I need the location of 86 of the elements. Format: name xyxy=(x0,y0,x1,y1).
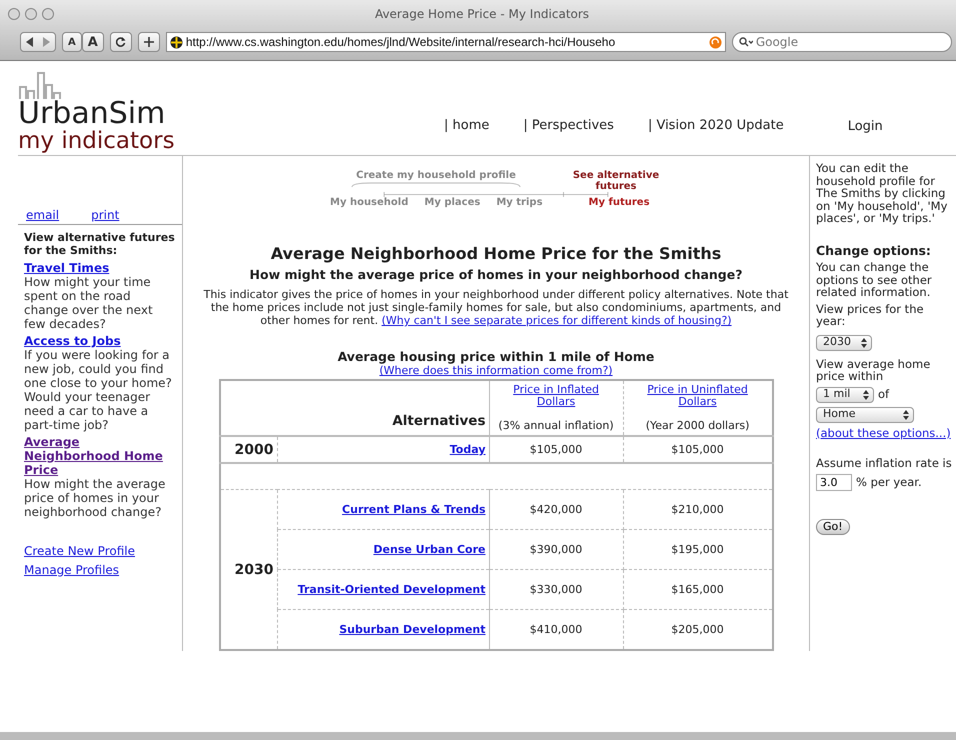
price-cell: $210,000 xyxy=(623,490,772,530)
window-control-icon[interactable] xyxy=(8,8,20,20)
price-cell: $330,000 xyxy=(489,570,624,610)
inflation-label: Assume inflation rate is xyxy=(816,457,952,470)
column-note: (Year 2000 dollars) xyxy=(644,420,750,432)
column-header-link[interactable]: Price in Uninflated Dollars xyxy=(626,384,768,408)
radius-label: View average home price within xyxy=(816,358,932,382)
text-size-button[interactable]: A xyxy=(82,32,104,52)
sidebar-heading: View alternative futures for the Smiths: xyxy=(24,231,176,257)
profile-link[interactable]: Create New Profile xyxy=(24,544,176,558)
stepper-arrows-icon xyxy=(863,390,869,400)
indicator-link[interactable]: Travel Times xyxy=(24,261,176,275)
alternative-link[interactable]: Transit-Oriented Development xyxy=(298,583,486,596)
price-cell: $410,000 xyxy=(489,610,624,650)
place-select[interactable]: Home xyxy=(816,406,914,422)
price-cell: $390,000 xyxy=(489,530,624,570)
progress-step[interactable]: My trips xyxy=(488,197,551,208)
housing-help-link[interactable]: (Why can't I see separate prices for different kinds of housing?) xyxy=(382,314,732,327)
progress-step[interactable]: My places xyxy=(416,197,488,208)
back-forward-icon xyxy=(26,37,50,47)
address-field[interactable]: http://www.cs.washington.edu/homes/jlnd/Website/internal/research-hci/Househo xyxy=(166,32,726,52)
inflation-unit: % per year. xyxy=(856,476,922,488)
indicator-link[interactable]: Access to Jobs xyxy=(24,334,176,348)
window-title: Average Home Price - My Indicators xyxy=(374,7,590,21)
indicator-description: If you were looking for a new job, could you find one close to your home? Would your teenager need a car to have a part-time job? xyxy=(24,348,173,432)
reload-icon xyxy=(116,37,126,47)
price-cell: $105,000 xyxy=(623,436,772,463)
alternative-link[interactable]: Dense Urban Core xyxy=(373,543,486,556)
column-header: Alternatives xyxy=(220,380,489,436)
progress-step[interactable]: My household xyxy=(322,197,416,208)
alternative-link[interactable]: Today xyxy=(450,443,486,456)
sidebar-link[interactable]: email xyxy=(26,208,60,222)
price-cell: $105,000 xyxy=(489,436,624,463)
profile-step-label: Create my household profile xyxy=(356,170,516,181)
search-icon xyxy=(738,37,753,47)
column-header-link[interactable]: Price in Inflated Dollars xyxy=(492,384,620,408)
indicator-description: How might the average price of homes in your neighborhood change? xyxy=(24,477,166,519)
page-title: Average Neighborhood Home Price for the Smiths xyxy=(270,244,722,263)
year-cell: 2000 xyxy=(220,436,277,463)
logo-title: UrbanSim xyxy=(18,99,166,129)
add-bookmark-button[interactable] xyxy=(138,32,160,52)
price-cell: $205,000 xyxy=(623,610,772,650)
column-note: (3% annual inflation) xyxy=(497,420,615,432)
site-icon xyxy=(170,36,183,48)
sidebar-link[interactable]: print xyxy=(91,208,120,222)
options-text: You can change the options to see other related information. xyxy=(816,261,933,298)
about-options-link[interactable]: (about these options...) xyxy=(816,426,951,439)
radius-select[interactable]: 1 mil xyxy=(816,386,874,402)
brace-icon xyxy=(351,182,521,187)
year-cell: 2030 xyxy=(220,490,277,650)
plus-icon xyxy=(144,37,154,47)
go-button[interactable]: Go! xyxy=(816,518,850,535)
price-cell: $165,000 xyxy=(623,570,772,610)
rss-icon xyxy=(708,36,722,48)
stepper-arrows-icon xyxy=(861,338,867,348)
profile-link[interactable]: Manage Profiles xyxy=(24,563,176,577)
search-bar[interactable]: Google xyxy=(732,32,952,52)
nav-link[interactable]: | Perspectives xyxy=(523,118,614,132)
options-heading: Change options: xyxy=(816,244,931,257)
logo-subtitle: my indicators xyxy=(18,129,176,153)
alternative-link[interactable]: Suburban Development xyxy=(339,623,486,636)
nav-link[interactable]: | Vision 2020 Update xyxy=(648,118,784,132)
description-text: This indicator gives the price of homes in your neighborhood under different policy alternatives. Note that the home prices include not just single-family homes for sale, but also condominiums, apartments, and other homes for rent. (Why can't I see separate prices for different kinds of housing?) xyxy=(202,288,790,327)
table-caption: Average housing price within 1 mile of Home xyxy=(338,349,654,364)
indicator-link[interactable]: Average Neighborhood Home Price xyxy=(24,435,176,477)
year-select[interactable]: 2030 xyxy=(816,334,872,350)
stepper-arrows-icon xyxy=(903,410,909,420)
price-cell: $420,000 xyxy=(489,490,624,530)
futures-step-label: See alternative futures xyxy=(572,170,660,192)
text-size-button[interactable]: A xyxy=(62,32,82,52)
reload-button[interactable] xyxy=(110,32,132,52)
indicator-description: How might your time spent on the road change over the next few decades? xyxy=(24,275,154,331)
page-subtitle: How might the average price of homes in your neighborhood change? xyxy=(250,267,742,282)
alternative-link[interactable]: Current Plans & Trends xyxy=(342,503,486,516)
window-control-icon[interactable] xyxy=(25,8,37,20)
inflation-field[interactable]: 3.0 xyxy=(816,474,852,490)
window-control-icon[interactable] xyxy=(42,8,54,20)
year-label: View prices for the year: xyxy=(816,302,925,328)
back-forward-button[interactable] xyxy=(20,32,56,52)
source-link[interactable]: (Where does this information come from?) xyxy=(379,364,613,377)
of-label: of xyxy=(878,388,890,401)
nav-link[interactable]: | home xyxy=(444,118,490,132)
progress-step[interactable]: My futures xyxy=(580,197,658,208)
login-link[interactable]: Login xyxy=(848,118,883,134)
price-cell: $195,000 xyxy=(623,530,772,570)
profile-hint: You can edit the household profile for The Smiths by clicking on 'My household', 'My places', or 'My trips.' xyxy=(816,162,948,224)
